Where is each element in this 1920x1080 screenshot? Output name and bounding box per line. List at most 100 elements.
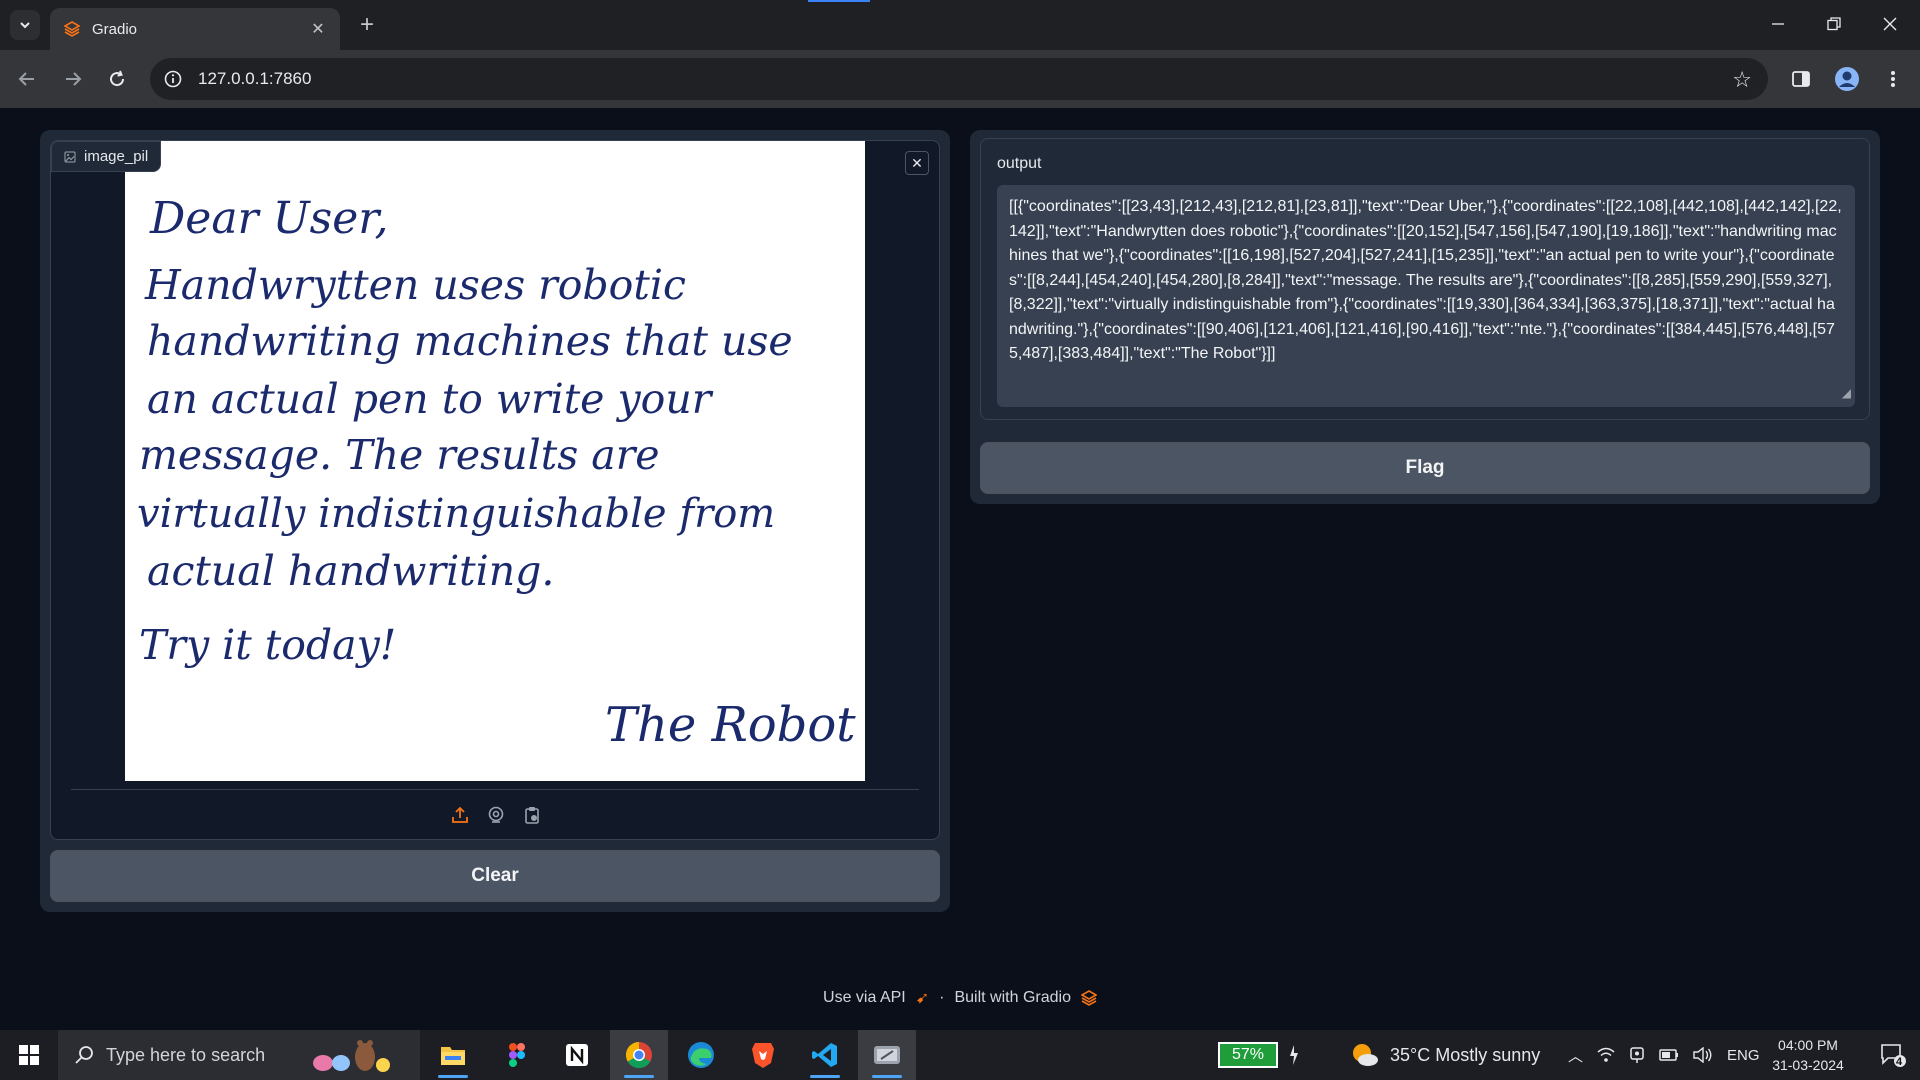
edge-icon (688, 1042, 714, 1068)
chrome-icon (625, 1041, 652, 1069)
notification-count: 4 (1896, 1056, 1903, 1068)
clock[interactable]: 04:00 PM 31-03-2024 (1762, 1034, 1854, 1076)
clipboard-source-button[interactable] (521, 804, 543, 826)
reload-icon (110, 70, 125, 87)
taskbar-vscode[interactable] (796, 1030, 854, 1080)
url-text: 127.0.0.1:7860 (198, 69, 312, 88)
notion-icon (566, 1044, 588, 1066)
image-input[interactable]: image_pil ✕ Dear User, Handwrytten uses … (50, 140, 940, 840)
resize-handle-icon[interactable]: ◢ (1842, 381, 1851, 406)
folder-icon (441, 1047, 465, 1065)
use-via-api-link[interactable]: Use via API (823, 989, 906, 1007)
handwriting-line: actual handwriting. (147, 547, 554, 595)
start-button[interactable] (0, 1030, 58, 1080)
rocket-icon: ➹ (915, 990, 930, 1007)
active-indicator (810, 1075, 840, 1078)
clock-time: 04:00 PM (1778, 1037, 1838, 1053)
footer-separator: · (939, 989, 945, 1006)
address-bar[interactable]: 127.0.0.1:7860 ☆ (150, 58, 1768, 100)
taskbar-figma[interactable] (488, 1030, 546, 1080)
output-label: output (997, 155, 1042, 172)
upload-source-button[interactable] (449, 804, 471, 826)
handwriting-line: handwriting machines that use (147, 317, 793, 365)
arrow-left-icon (18, 72, 34, 86)
forward-button[interactable] (56, 62, 90, 96)
webcam-icon (488, 806, 504, 823)
notification-center-button[interactable]: 4 (1866, 1030, 1920, 1080)
chevron-down-icon (20, 22, 30, 29)
handwriting-canvas: Dear User, Handwrytten uses robotic hand… (137, 193, 856, 753)
minimize-icon (1772, 23, 1784, 25)
volume-icon[interactable] (1693, 1047, 1713, 1063)
minimize-button[interactable] (1750, 0, 1806, 48)
taskbar-edge[interactable] (672, 1030, 730, 1080)
restore-icon (1827, 17, 1841, 31)
close-icon (1883, 17, 1897, 31)
active-indicator (872, 1075, 902, 1078)
remove-image-button[interactable]: ✕ (905, 151, 929, 175)
taskbar-brave[interactable] (734, 1030, 792, 1080)
image-source-selector (51, 795, 941, 835)
sun-cloud-icon (1353, 1044, 1378, 1066)
browser-tab[interactable]: Gradio ✕ (50, 8, 340, 50)
power-plug-icon (1290, 1045, 1298, 1065)
webcam-tray-icon[interactable] (1629, 1046, 1645, 1064)
handwritten-letter-image: Dear User, Handwrytten uses robotic hand… (125, 141, 865, 781)
tab-close-icon[interactable]: ✕ (308, 19, 328, 39)
browser-toolbar: 127.0.0.1:7860 ☆ (0, 50, 1920, 108)
kebab-menu-icon (1891, 71, 1895, 87)
brave-icon (752, 1043, 774, 1068)
battery-indicator[interactable]: 57% (1218, 1042, 1278, 1068)
webcam-source-button[interactable] (485, 804, 507, 826)
gradio-app: image_pil ✕ Dear User, Handwrytten uses … (0, 108, 1920, 1030)
close-window-button[interactable] (1862, 0, 1918, 48)
output-panel: output [[{"coordinates":[[23,43],[212,43… (970, 130, 1880, 504)
system-tray: ︿ ENG (1568, 1030, 1760, 1080)
restore-button[interactable] (1806, 0, 1862, 48)
taskbar-chrome[interactable] (610, 1030, 668, 1080)
image-input-label: image_pil (51, 141, 162, 172)
taskbar-snipping-tool[interactable] (858, 1030, 916, 1080)
built-with-gradio-link[interactable]: Built with Gradio (954, 989, 1071, 1007)
tab-search-button[interactable] (10, 10, 40, 40)
taskbar-search[interactable]: Type here to search (58, 1030, 420, 1080)
windows-taskbar: Type here to search 57% 35°C Mostly sunn… (0, 1030, 1920, 1080)
output-block: output [[{"coordinates":[[23,43],[212,43… (980, 138, 1870, 420)
image-label-text: image_pil (84, 148, 149, 165)
input-panel: image_pil ✕ Dear User, Handwrytten uses … (40, 130, 950, 912)
profile-button[interactable] (1830, 62, 1864, 96)
avatar-icon (1835, 67, 1859, 91)
gradio-footer: Use via API ➹ · Built with Gradio (0, 986, 1920, 1010)
divider (71, 789, 919, 790)
chevron-up-icon[interactable]: ︿ (1568, 1045, 1583, 1066)
output-textbox[interactable]: [[{"coordinates":[[23,43],[212,43],[212,… (997, 185, 1855, 407)
browser-menu-button[interactable] (1876, 62, 1910, 96)
tab-title: Gradio (92, 20, 138, 38)
battery-tray-icon[interactable] (1659, 1048, 1679, 1062)
side-panel-button[interactable] (1784, 62, 1818, 96)
gradio-logo-icon (64, 21, 80, 37)
arrow-right-icon (66, 72, 82, 86)
upload-icon (452, 806, 468, 823)
clear-button[interactable]: Clear (50, 850, 940, 902)
figma-icon (509, 1043, 525, 1067)
back-button[interactable] (10, 62, 44, 96)
new-tab-button[interactable]: + (352, 10, 382, 40)
weather-widget[interactable]: 35°C Mostly sunny (1350, 1030, 1540, 1080)
windows-logo-icon (19, 1045, 39, 1065)
language-indicator[interactable]: ENG (1727, 1047, 1760, 1064)
taskbar-notion[interactable] (548, 1030, 606, 1080)
bookmark-star-icon[interactable]: ☆ (1732, 67, 1752, 93)
wifi-icon[interactable] (1597, 1047, 1615, 1063)
side-panel-icon (1792, 71, 1810, 87)
active-indicator (438, 1075, 468, 1078)
taskbar-file-explorer[interactable] (424, 1030, 482, 1080)
reload-button[interactable] (100, 62, 134, 96)
flag-button[interactable]: Flag (980, 442, 1870, 494)
vscode-icon (812, 1043, 837, 1067)
clock-date: 31-03-2024 (1772, 1057, 1844, 1073)
clipboard-icon (525, 807, 539, 824)
site-info-icon[interactable] (164, 70, 182, 88)
browser-tab-bar: Gradio ✕ + (0, 0, 1920, 50)
handwriting-line: message. The results are (139, 431, 660, 479)
